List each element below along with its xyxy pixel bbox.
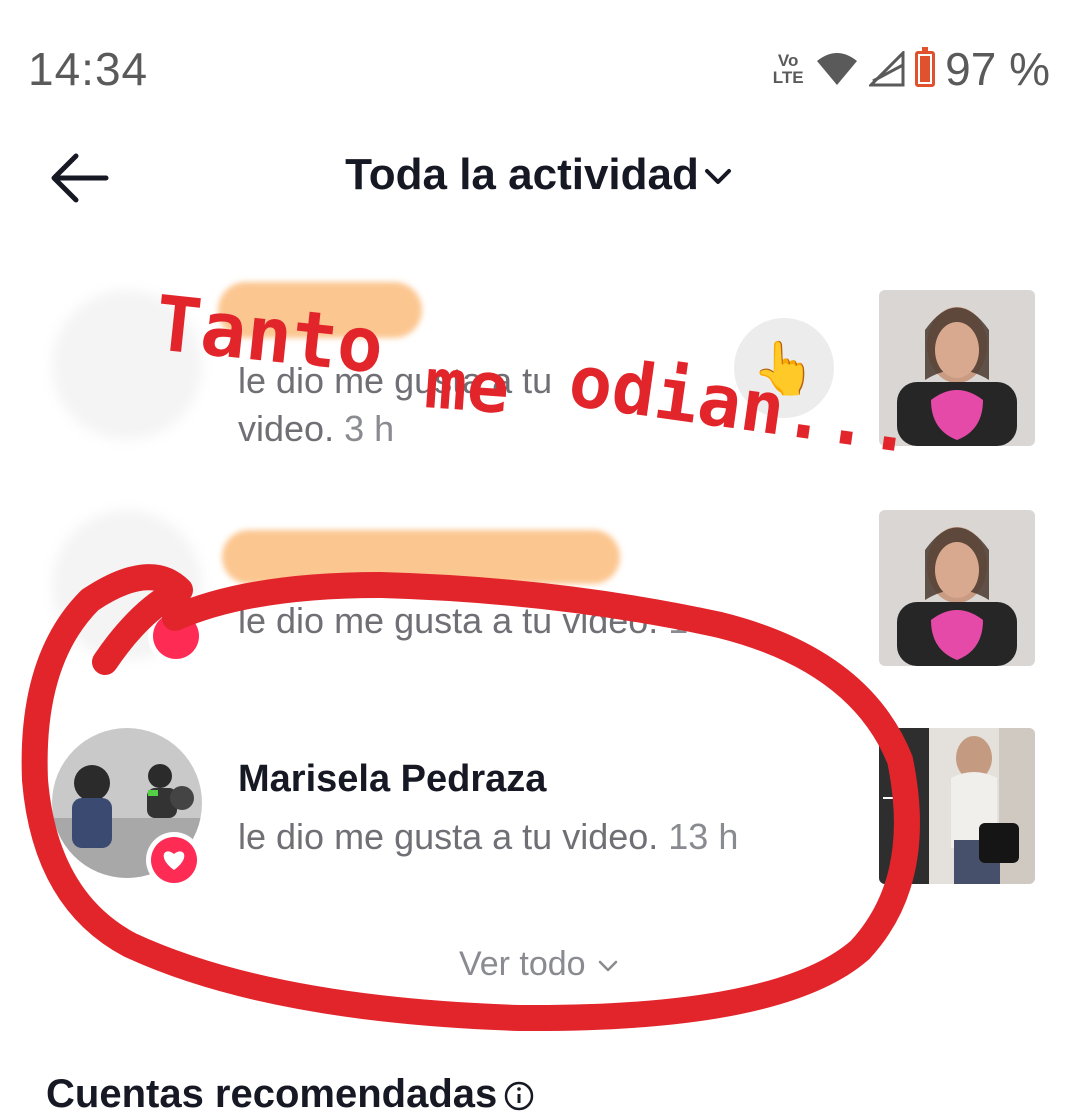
annotation-text-me: me [422,342,513,430]
red-circle-annotation [21,564,920,1032]
activity-screen: 14:34 Vo LTE 97 % Toda la actividad le d… [0,0,1080,1116]
